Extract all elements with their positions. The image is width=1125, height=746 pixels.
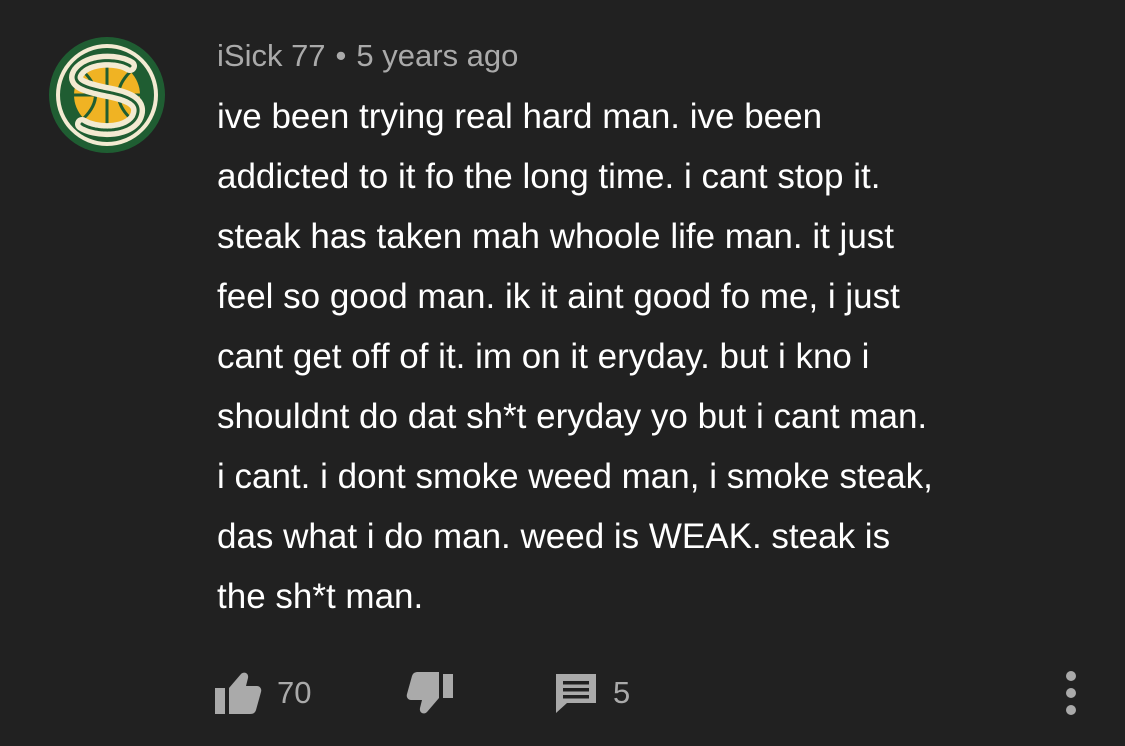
- reply-count: 5: [613, 675, 631, 710]
- comment-header: iSick 77 • 5 years ago: [217, 34, 518, 78]
- comment-item: iSick 77 • 5 years ago ive been trying rea…: [0, 0, 1125, 746]
- separator-dot: •: [335, 38, 347, 73]
- comment-actions: 70 5: [213, 665, 1113, 721]
- reply-comment-icon: [556, 674, 596, 713]
- comment-text: ive been trying real hard man. ive been …: [217, 97, 933, 616]
- thumbs-up-icon: [215, 672, 262, 714]
- avatar[interactable]: [48, 36, 166, 154]
- like-button[interactable]: 70: [213, 665, 311, 721]
- more-vertical-icon: [1066, 671, 1076, 715]
- more-options-button[interactable]: [1059, 667, 1083, 719]
- like-count: 70: [277, 675, 312, 710]
- author-name[interactable]: iSick 77: [217, 38, 326, 73]
- dislike-button[interactable]: [405, 665, 455, 721]
- thumbs-down-icon: [406, 672, 453, 714]
- sonics-logo-icon: [49, 37, 165, 153]
- reply-button[interactable]: 5: [553, 665, 630, 721]
- comment-timestamp[interactable]: 5 years ago: [356, 38, 518, 73]
